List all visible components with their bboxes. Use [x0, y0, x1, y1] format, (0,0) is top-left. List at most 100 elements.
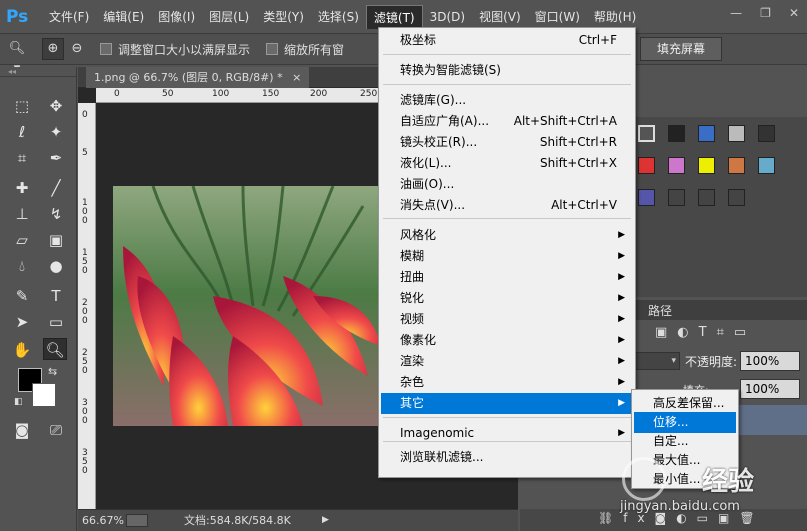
lasso-tool-icon[interactable]: ℓ: [10, 121, 34, 143]
selected-layer-row[interactable]: [732, 405, 807, 435]
restore-button[interactable]: ❐: [760, 6, 771, 20]
blur-tool-icon[interactable]: 💧︎: [10, 255, 34, 277]
toolbox-collapse-icon[interactable]: ◂◂: [0, 67, 76, 77]
style-swatch[interactable]: [728, 157, 745, 174]
close-button[interactable]: ✕: [789, 6, 799, 20]
status-preview-icon[interactable]: [126, 514, 148, 527]
menu-item-label: 自适应广角(A)...: [400, 114, 490, 128]
zoom-tool-preset-icon[interactable]: 🔍︎▾: [6, 38, 28, 76]
clone-stamp-icon[interactable]: ⊥: [10, 203, 34, 225]
filter-menu-item[interactable]: 锐化 ▶: [381, 288, 633, 309]
style-swatch[interactable]: [728, 125, 745, 142]
menu-filter[interactable]: 滤镜(T): [365, 4, 423, 29]
menu-view[interactable]: 视图(V): [472, 5, 528, 29]
watermark-url: jingyan.baidu.com: [620, 499, 740, 514]
ruler-tick-label: 0: [82, 110, 88, 120]
filter-menu-item[interactable]: 渲染 ▶: [381, 351, 633, 372]
zoom-level[interactable]: 66.67%: [82, 510, 124, 531]
paths-tab[interactable]: 路径: [648, 302, 672, 319]
fill-screen-button[interactable]: 填充屏幕: [640, 37, 722, 61]
menu-type[interactable]: 类型(Y): [256, 5, 311, 29]
menu-window[interactable]: 窗口(W): [528, 5, 587, 29]
style-swatch[interactable]: [668, 157, 685, 174]
shape-tool-icon[interactable]: ▭: [44, 311, 68, 333]
marquee-tool-icon[interactable]: ⬚: [10, 95, 34, 117]
style-swatch[interactable]: [758, 157, 775, 174]
type-tool-icon[interactable]: T: [44, 285, 68, 307]
quick-mask-icon[interactable]: ◙: [10, 419, 34, 441]
filter-menu-item[interactable]: 自适应广角(A)... Alt+Shift+Ctrl+A: [381, 111, 633, 132]
filter-menu-item[interactable]: 像素化 ▶: [381, 330, 633, 351]
style-swatch[interactable]: [698, 189, 715, 206]
history-brush-icon[interactable]: ↯: [44, 203, 68, 225]
layer-filter-icons[interactable]: ▣◐T⌗▭: [655, 325, 756, 340]
filter-menu-item[interactable]: 液化(L)... Shift+Ctrl+X: [381, 153, 633, 174]
menu-select[interactable]: 选择(S): [311, 5, 366, 29]
filter-menu-item[interactable]: 镜头校正(R)... Shift+Ctrl+R: [381, 132, 633, 153]
layers-tabbar: 路径: [630, 300, 807, 320]
filter-menu-item[interactable]: 油画(O)...: [381, 174, 633, 195]
eraser-icon[interactable]: ▱: [10, 229, 34, 251]
minimize-button[interactable]: —: [730, 6, 742, 20]
crop-tool-icon[interactable]: ⌗: [10, 147, 34, 169]
filter-menu-item[interactable]: Imagenomic ▶: [381, 423, 633, 444]
background-color-swatch[interactable]: [32, 383, 56, 407]
dodge-tool-icon[interactable]: ●: [44, 255, 68, 277]
menu-3d[interactable]: 3D(D): [423, 5, 472, 29]
zoom-tool-icon[interactable]: 🔍︎: [43, 338, 67, 360]
close-tab-icon[interactable]: ×: [292, 71, 301, 84]
swap-colors-icon[interactable]: ⇆: [48, 365, 57, 378]
filter-menu-item[interactable]: 视频 ▶: [381, 309, 633, 330]
blend-mode-dropdown[interactable]: ▾: [630, 352, 680, 370]
style-swatch[interactable]: [668, 189, 685, 206]
filter-menu-item[interactable]: 滤镜库(G)...: [381, 90, 633, 111]
style-swatch[interactable]: [638, 157, 655, 174]
menu-file[interactable]: 文件(F): [42, 5, 96, 29]
opacity-input[interactable]: 100%: [740, 351, 800, 371]
screen-mode-icon[interactable]: ⎚: [44, 419, 68, 441]
fill-input[interactable]: 100%: [740, 379, 800, 399]
menu-layer[interactable]: 图层(L): [202, 5, 256, 29]
hand-tool-icon[interactable]: ✋: [10, 339, 34, 361]
filter-menu-item[interactable]: 极坐标 Ctrl+F: [381, 30, 633, 51]
style-swatch[interactable]: [698, 157, 715, 174]
gradient-tool-icon[interactable]: ▣: [44, 229, 68, 251]
filter-menu-item[interactable]: 模糊 ▶: [381, 246, 633, 267]
submenu-item[interactable]: 自定...: [634, 431, 736, 452]
zoom-in-icon[interactable]: ⊕: [42, 38, 64, 60]
menu-item-label: 极坐标: [400, 33, 437, 47]
healing-brush-icon[interactable]: ✚: [10, 177, 34, 199]
style-swatch[interactable]: [698, 125, 715, 142]
path-selection-icon[interactable]: ➤: [10, 311, 34, 333]
zoom-all-checkbox[interactable]: [266, 43, 279, 55]
filter-menu-item[interactable]: 其它 ▶: [381, 393, 633, 414]
style-swatch[interactable]: [668, 125, 685, 142]
style-swatch[interactable]: [758, 125, 775, 142]
menu-image[interactable]: 图像(I): [151, 5, 202, 29]
style-swatch[interactable]: [728, 189, 745, 206]
filter-menu-item[interactable]: 杂色 ▶: [381, 372, 633, 393]
menu-edit[interactable]: 编辑(E): [96, 5, 151, 29]
brush-tool-icon[interactable]: ╱: [44, 177, 68, 199]
submenu-item[interactable]: 位移...: [634, 412, 736, 433]
filter-menu-item[interactable]: 消失点(V)... Alt+Ctrl+V: [381, 195, 633, 216]
move-tool-icon[interactable]: ✥: [44, 95, 68, 117]
canvas-image[interactable]: [113, 186, 383, 426]
filter-menu-item[interactable]: 扭曲 ▶: [381, 267, 633, 288]
style-swatch[interactable]: [638, 125, 655, 142]
submenu-item[interactable]: 高反差保留...: [634, 393, 736, 414]
menu-help[interactable]: 帮助(H): [587, 5, 643, 29]
menu-item-label: 油画(O)...: [400, 177, 455, 191]
pen-tool-icon[interactable]: ✎: [10, 285, 34, 307]
filter-menu-item[interactable]: 浏览联机滤镜...: [381, 447, 633, 468]
filter-menu-item[interactable]: 转换为智能滤镜(S): [381, 60, 633, 81]
zoom-out-icon[interactable]: ⊖: [66, 38, 88, 60]
eyedropper-icon[interactable]: ✒: [44, 147, 68, 169]
magic-wand-icon[interactable]: ✦: [44, 121, 68, 143]
document-tab[interactable]: 1.png @ 66.7% (图层 0, RGB/8#) * ×: [86, 67, 310, 88]
style-swatch[interactable]: [638, 189, 655, 206]
resize-windows-checkbox[interactable]: [100, 43, 112, 55]
default-colors-icon[interactable]: ◧: [14, 397, 23, 407]
filter-menu-item[interactable]: 风格化 ▶: [381, 225, 633, 246]
status-menu-arrow-icon[interactable]: ▶: [322, 510, 329, 531]
